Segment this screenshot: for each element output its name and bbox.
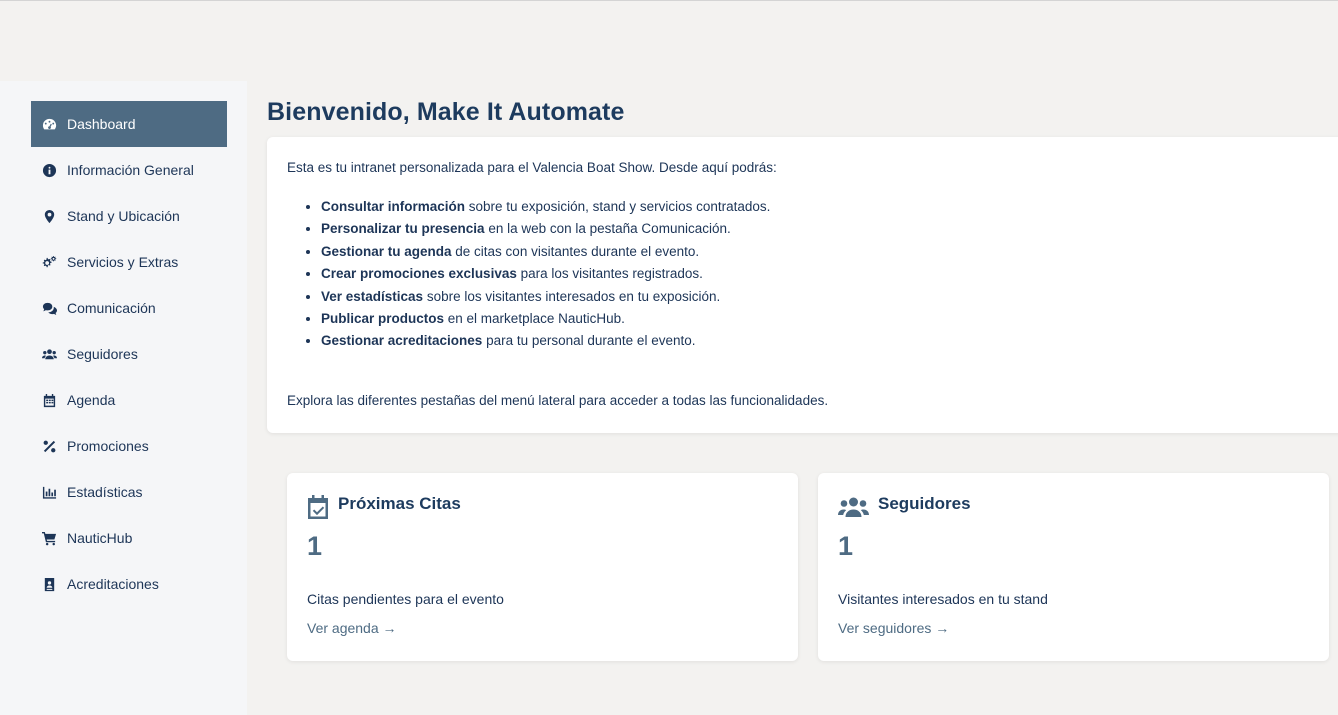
- list-item-text: de citas con visitantes durante el event…: [451, 243, 700, 259]
- sidebar-item-label: Promociones: [67, 438, 149, 454]
- list-item-text: sobre tu exposición, stand y servicios c…: [465, 199, 771, 214]
- features-list: Consultar información sobre tu exposició…: [321, 196, 770, 353]
- sidebar-item-stand-ubicacion[interactable]: Stand y Ubicación: [31, 193, 227, 239]
- sidebar-item-informacion-general[interactable]: Información General: [31, 147, 227, 193]
- list-item: Gestionar acreditaciones para tu persona…: [321, 330, 770, 352]
- card-description: Citas pendientes para el evento: [307, 591, 504, 607]
- sidebar-item-label: Comunicación: [67, 300, 156, 316]
- view-agenda-link[interactable]: Ver agenda →: [307, 620, 397, 636]
- list-item: Ver estadísticas sobre los visitantes in…: [321, 286, 770, 308]
- view-followers-link[interactable]: Ver seguidores →: [838, 620, 949, 636]
- card-description: Visitantes interesados en tu stand: [838, 591, 1048, 607]
- chart-icon: [41, 484, 57, 500]
- sidebar-item-promociones[interactable]: Promociones: [31, 423, 227, 469]
- users-icon: [41, 346, 57, 362]
- sidebar-item-label: Dashboard: [67, 116, 136, 132]
- list-item-bold: Crear promociones exclusivas: [321, 266, 517, 282]
- sidebar-item-label: Seguidores: [67, 346, 138, 362]
- list-item-bold: Publicar productos: [321, 310, 445, 326]
- users-icon: [838, 495, 869, 519]
- comments-icon: [41, 300, 57, 316]
- sidebar-item-label: Servicios y Extras: [67, 254, 179, 270]
- sidebar-item-label: Información General: [67, 162, 194, 178]
- sidebar-item-estadisticas[interactable]: Estadísticas: [31, 469, 227, 515]
- list-item: Gestionar tu agenda de citas con visitan…: [321, 241, 770, 263]
- sidebar-item-seguidores[interactable]: Seguidores: [31, 331, 227, 377]
- calendar-check-icon: [307, 495, 329, 519]
- top-border: [0, 0, 1338, 1]
- sidebar-item-acreditaciones[interactable]: Acreditaciones: [31, 561, 227, 607]
- sidebar-item-comunicacion[interactable]: Comunicación: [31, 285, 227, 331]
- dashboard-icon: [41, 116, 57, 132]
- percent-icon: [41, 438, 57, 454]
- outro-text: Explora las diferentes pestañas del menú…: [287, 393, 829, 408]
- followers-card: Seguidores 1 Visitantes interesados en t…: [818, 473, 1329, 661]
- list-item-bold: Gestionar acreditaciones: [321, 333, 483, 349]
- page-title: Bienvenido, Make It Automate: [267, 98, 625, 126]
- list-item-bold: Ver estadísticas: [321, 288, 424, 304]
- sidebar-item-label: Acreditaciones: [67, 576, 159, 592]
- sidebar-item-label: Agenda: [67, 392, 116, 408]
- sidebar-item-nautichub[interactable]: NauticHub: [31, 515, 227, 561]
- list-item: Personalizar tu presencia en la web con …: [321, 218, 770, 240]
- list-item-text: en la web con la pestaña Comunicación.: [484, 221, 731, 237]
- sidebar-item-servicios-extras[interactable]: Servicios y Extras: [31, 239, 227, 285]
- sidebar-item-label: Stand y Ubicación: [67, 208, 180, 224]
- list-item-bold: Gestionar tu agenda: [321, 243, 452, 259]
- calendar-icon: [41, 392, 57, 408]
- cart-icon: [41, 530, 57, 546]
- welcome-card: Esta es tu intranet personalizada para e…: [267, 137, 1338, 433]
- list-item: Publicar productos en el marketplace Nau…: [321, 308, 770, 330]
- followers-count: 1: [838, 531, 854, 561]
- sidebar-item-label: Estadísticas: [67, 484, 143, 500]
- id-badge-icon: [41, 576, 57, 592]
- sidebar-item-agenda[interactable]: Agenda: [31, 377, 227, 423]
- info-icon: [41, 162, 57, 178]
- gears-icon: [41, 254, 57, 270]
- list-item: Crear promociones exclusivas para los vi…: [321, 263, 770, 285]
- list-item-text: sobre los visitantes interesados en tu e…: [423, 288, 721, 304]
- list-item-text: para los visitantes registrados.: [516, 266, 703, 282]
- sidebar-item-dashboard[interactable]: Dashboard: [31, 101, 227, 147]
- intro-text: Esta es tu intranet personalizada para e…: [287, 160, 777, 175]
- sidebar-item-label: NauticHub: [67, 530, 133, 546]
- list-item-text: en el marketplace NauticHub.: [444, 310, 625, 326]
- appointments-count: 1: [307, 531, 323, 561]
- list-item-bold: Consultar información: [321, 199, 466, 214]
- sidebar: Dashboard Información General Stand y Ub…: [0, 81, 247, 715]
- card-title: Seguidores: [878, 494, 971, 513]
- card-title: Próximas Citas: [338, 494, 461, 513]
- map-pin-icon: [41, 208, 57, 224]
- list-item: Consultar información sobre tu exposició…: [321, 196, 770, 218]
- list-item-bold: Personalizar tu presencia: [321, 221, 485, 237]
- upcoming-appointments-card: Próximas Citas 1 Citas pendientes para e…: [287, 473, 798, 661]
- list-item-text: para tu personal durante el evento.: [482, 333, 696, 349]
